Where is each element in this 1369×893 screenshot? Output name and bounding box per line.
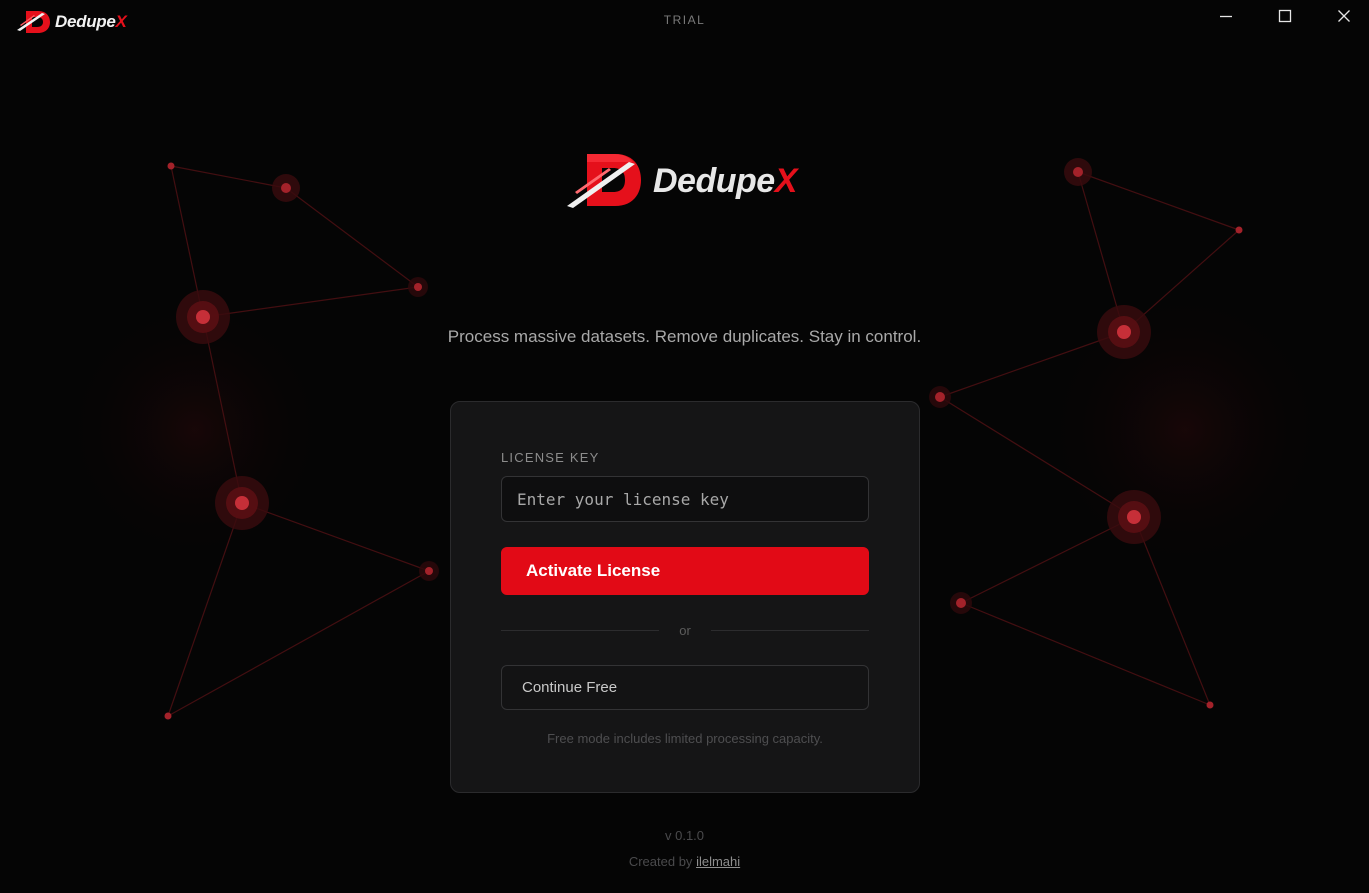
minimize-icon xyxy=(1220,15,1232,18)
hero-brand-name: DedupeX xyxy=(653,161,797,200)
continue-free-button[interactable]: Continue Free xyxy=(501,665,869,710)
maximize-button[interactable] xyxy=(1256,0,1314,32)
activate-license-button[interactable]: Activate License xyxy=(501,547,869,595)
title-bar: DedupeX TRIAL xyxy=(0,0,1369,40)
free-mode-note: Free mode includes limited processing ca… xyxy=(547,731,823,746)
dedupex-emblem-icon xyxy=(567,154,641,208)
version-label: v 0.1.0 xyxy=(664,828,705,843)
minimize-button[interactable] xyxy=(1197,0,1255,32)
or-divider: or xyxy=(501,622,869,638)
close-icon xyxy=(1338,10,1350,22)
license-key-label: LICENSE KEY xyxy=(501,450,600,465)
license-status-label: TRIAL xyxy=(663,13,706,27)
hero-logo: DedupeX xyxy=(565,150,815,212)
author-link[interactable]: ilelmahi xyxy=(696,854,740,869)
tagline: Process massive datasets. Remove duplica… xyxy=(447,327,922,346)
close-button[interactable] xyxy=(1315,0,1369,32)
divider-line-right xyxy=(711,630,869,631)
maximize-icon xyxy=(1278,9,1292,23)
credit-line: Created by ilelmahi xyxy=(0,854,1369,869)
license-card: LICENSE KEY Activate License or Continue… xyxy=(450,401,920,793)
license-key-input[interactable] xyxy=(501,476,869,522)
created-by-text: Created by xyxy=(628,854,693,869)
